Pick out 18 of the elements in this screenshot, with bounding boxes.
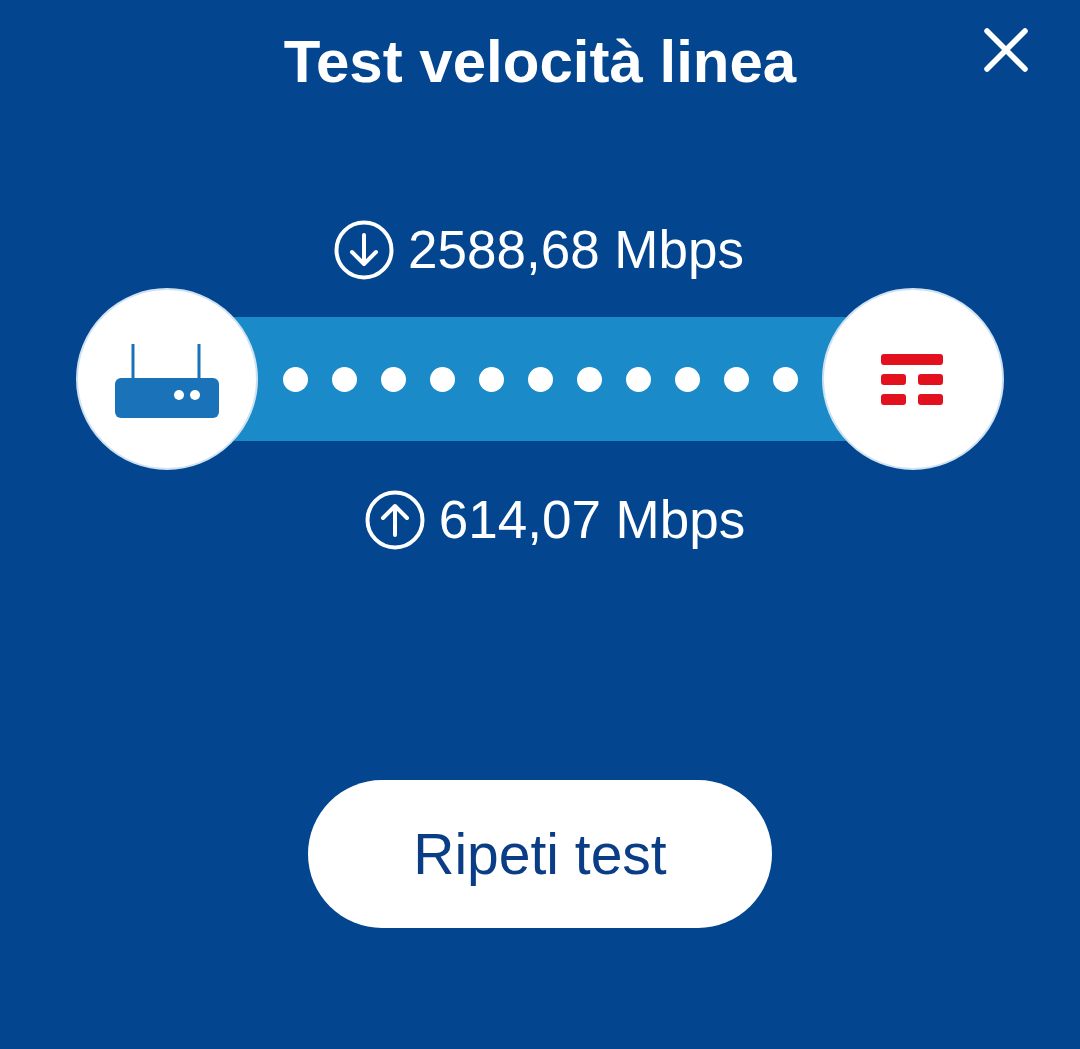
router-icon bbox=[76, 288, 258, 470]
progress-dot bbox=[527, 366, 553, 392]
repeat-test-button[interactable]: Ripeti test bbox=[308, 780, 772, 928]
close-icon[interactable] bbox=[982, 26, 1030, 74]
progress-dot bbox=[576, 366, 602, 392]
upload-speed: 614,07 Mbps bbox=[438, 489, 746, 551]
striped-logo-icon bbox=[822, 288, 1004, 470]
progress-dot bbox=[429, 366, 455, 392]
download-speed: 2588,68 Mbps bbox=[408, 219, 744, 281]
progress-dot bbox=[282, 366, 308, 392]
progress-dot bbox=[380, 366, 406, 392]
progress-dot bbox=[723, 366, 749, 392]
progress-dot bbox=[331, 366, 357, 392]
progress-dot bbox=[674, 366, 700, 392]
progress-dot bbox=[478, 366, 504, 392]
progress-dot bbox=[772, 366, 798, 392]
screen-title: Test velocità linea bbox=[283, 27, 797, 97]
progress-dot bbox=[625, 366, 651, 392]
